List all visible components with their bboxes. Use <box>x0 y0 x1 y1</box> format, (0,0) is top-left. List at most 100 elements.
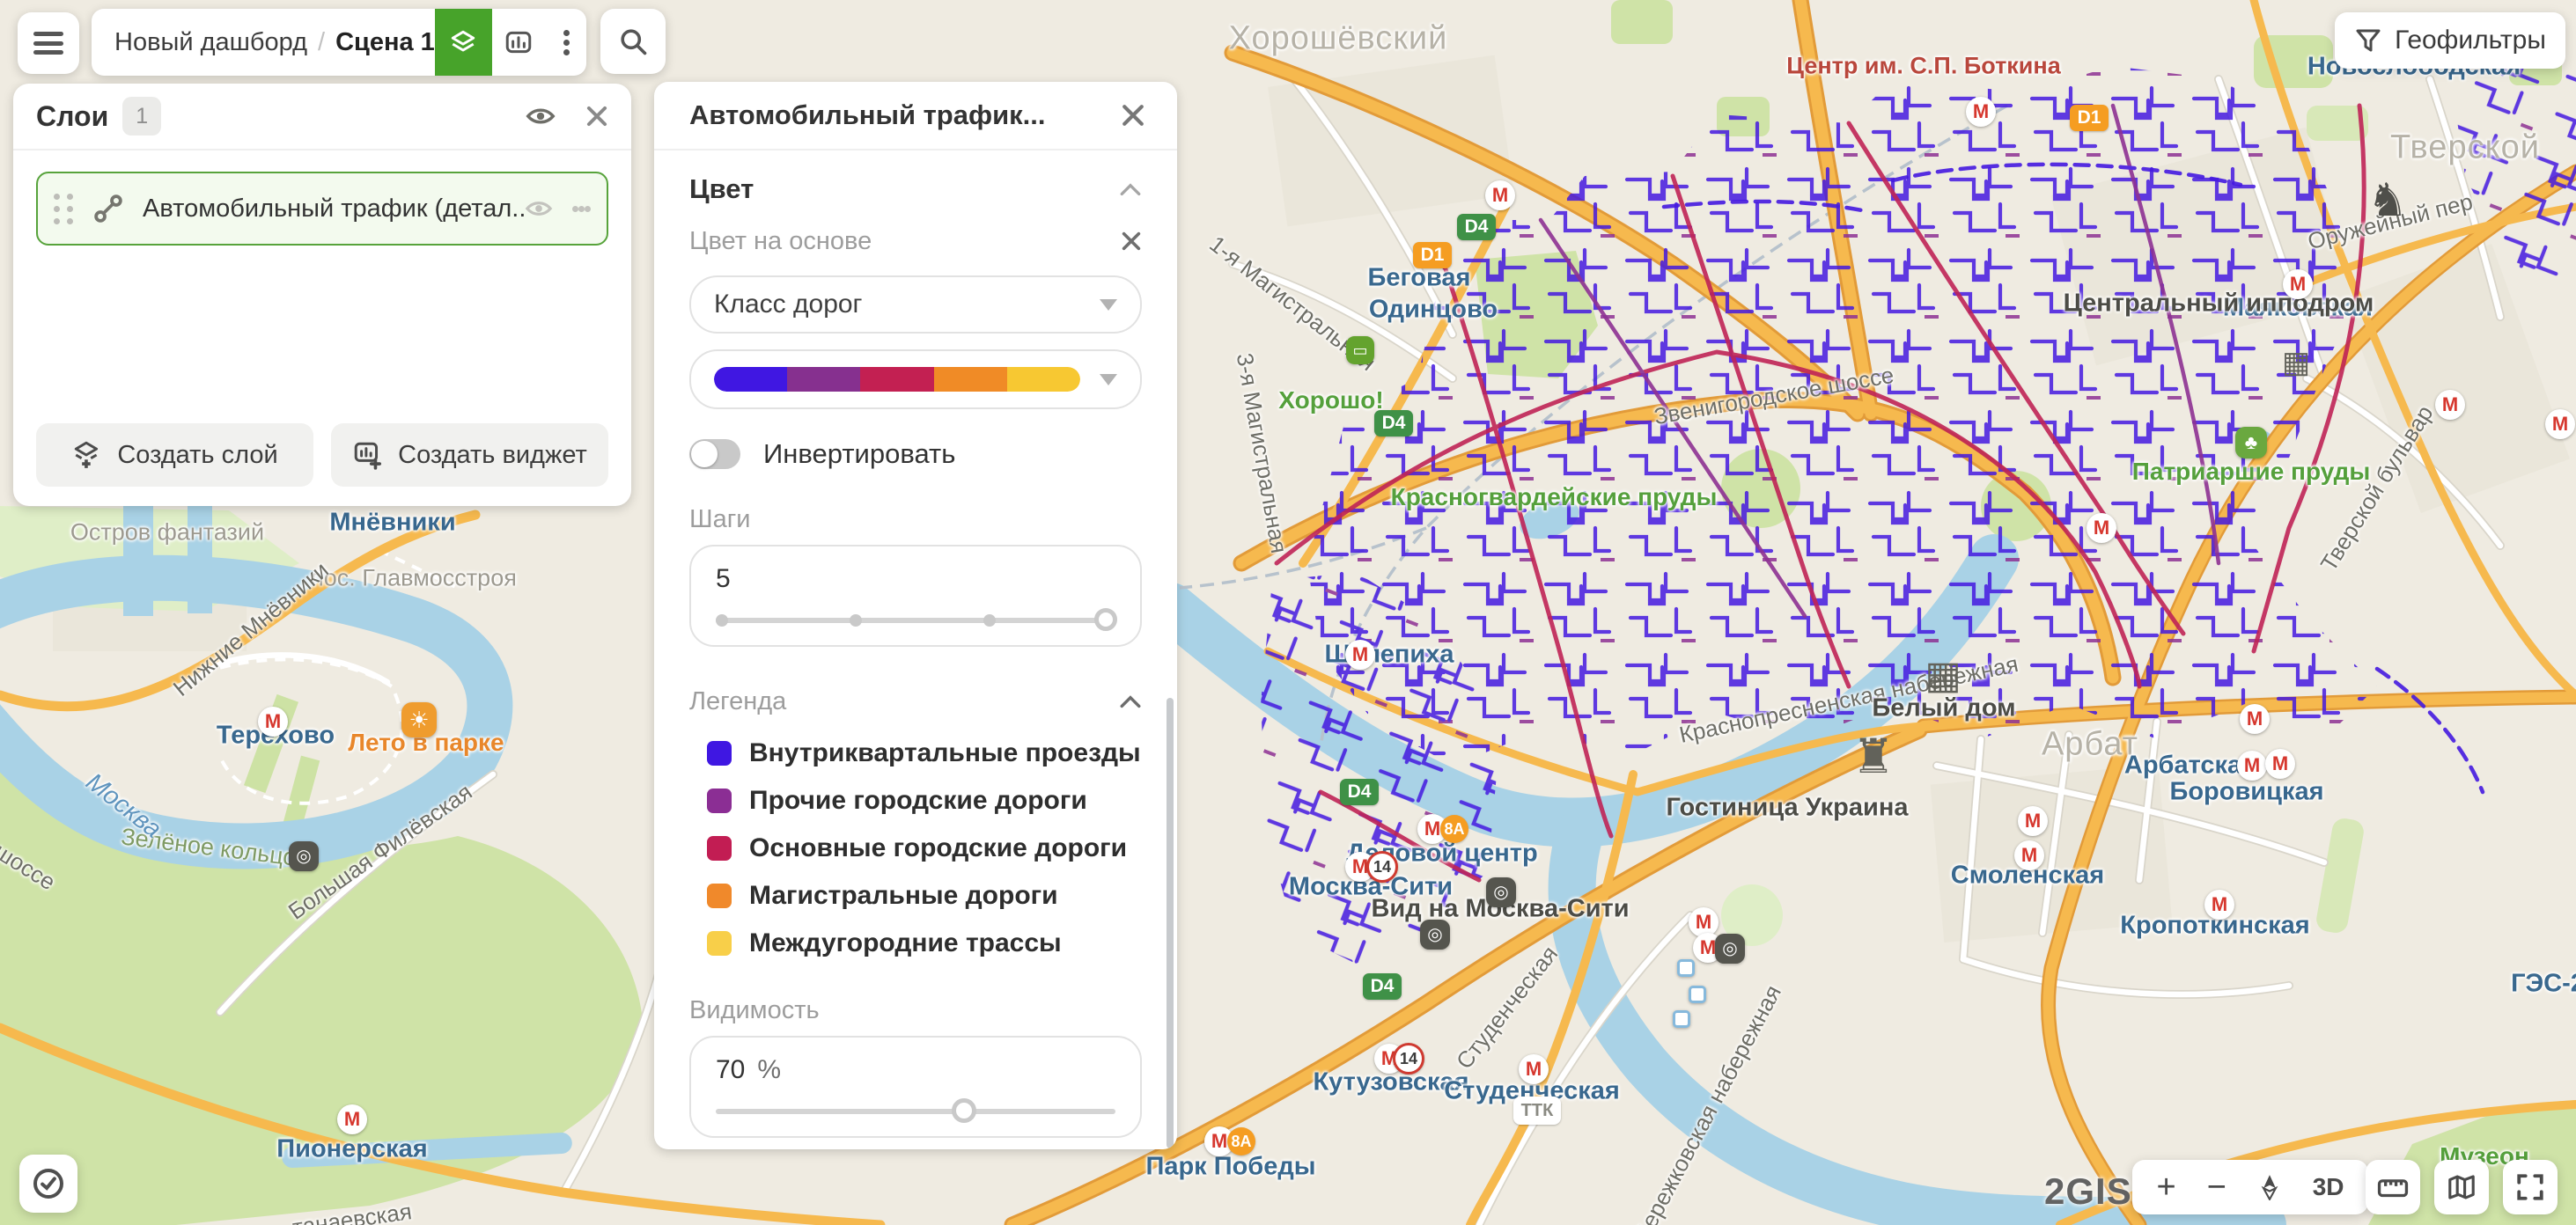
toolbar-more-button[interactable] <box>546 9 586 76</box>
settings-panel-title: Автомобильный трафик... <box>689 99 1121 131</box>
folded-map-icon <box>2446 1172 2477 1202</box>
ruler-icon <box>2376 1172 2410 1202</box>
legend-item-label: Прочие городские дороги <box>749 786 1087 816</box>
legend-item: Внутриквартальные проезды <box>689 738 1142 768</box>
visibility-value[interactable]: 70 <box>716 1055 745 1085</box>
color-basis-value: Класс дорог <box>714 290 1100 319</box>
close-icon <box>585 105 608 128</box>
history-button[interactable] <box>19 1155 77 1213</box>
color-section-collapse-button[interactable] <box>1119 181 1142 197</box>
palette-select[interactable] <box>689 349 1142 409</box>
steps-control: 5 <box>689 545 1142 647</box>
breadcrumb-separator: / <box>318 28 325 57</box>
chevron-up-icon <box>1119 181 1142 197</box>
legend-swatch <box>707 884 732 908</box>
invert-label: Инвертировать <box>763 438 955 470</box>
dashboard-app: ХорошёвскийТверскойАрбатОстров фантазийп… <box>0 0 2576 1225</box>
layers-icon <box>448 27 478 57</box>
settings-panel-close-button[interactable] <box>1121 103 1145 128</box>
search-icon <box>617 26 649 57</box>
kebab-menu-icon <box>563 26 570 59</box>
compass-button[interactable] <box>2257 1174 2282 1200</box>
search-button[interactable] <box>600 9 666 74</box>
map-zoom-controls: + − 3D <box>2132 1160 2368 1214</box>
menu-button[interactable] <box>18 12 79 74</box>
visibility-slider[interactable] <box>716 1099 1115 1124</box>
legend-item: Междугородние трассы <box>689 928 1142 958</box>
fullscreen-icon <box>2515 1172 2545 1202</box>
palette-segment <box>714 367 787 392</box>
layer-visibility-button[interactable] <box>525 198 553 219</box>
legend-item-label: Внутриквартальные проезды <box>749 738 1141 768</box>
drag-handle-icon[interactable] <box>54 194 74 224</box>
layers-mode-button[interactable] <box>435 9 492 76</box>
geofilters-button[interactable]: Геофильтры <box>2335 12 2565 69</box>
create-widget-button[interactable]: Создать виджет <box>331 423 608 487</box>
layers-visibility-button[interactable] <box>526 105 556 128</box>
steps-value[interactable]: 5 <box>716 564 1115 594</box>
clock-check-icon <box>31 1166 66 1201</box>
steps-label: Шаги <box>689 505 1142 534</box>
compass-needle-icon <box>2257 1174 2282 1200</box>
palette-segment <box>934 367 1007 392</box>
map-style-button[interactable] <box>2434 1160 2489 1214</box>
create-layer-button[interactable]: Создать слой <box>36 423 313 487</box>
legend-swatch <box>707 741 732 766</box>
legend-item: Прочие городские дороги <box>689 786 1142 816</box>
legend-list: Внутриквартальные проезды Прочие городск… <box>689 738 1142 958</box>
bar-chart-icon <box>504 27 534 57</box>
add-widget-icon <box>352 439 384 471</box>
legend-item: Магистральные дороги <box>689 881 1142 911</box>
palette-segment <box>787 367 860 392</box>
layers-panel: Слои 1 Автомобильный трафик (детал... <box>13 84 631 506</box>
layer-item-label: Автомобильный трафик (детал... <box>143 194 525 224</box>
steps-slider-handle[interactable] <box>1094 608 1117 631</box>
layers-count-badge: 1 <box>122 97 161 136</box>
color-basis-clear-button[interactable] <box>1121 231 1142 252</box>
legend-swatch <box>707 789 732 813</box>
palette-segment <box>860 367 933 392</box>
filter-funnel-icon <box>2354 26 2382 55</box>
breadcrumb: Новый дашборд / Сцена 1 <box>92 9 586 76</box>
zoom-in-button[interactable]: + <box>2156 1170 2175 1204</box>
eye-icon <box>526 105 556 128</box>
palette-gradient <box>714 367 1080 392</box>
invert-toggle[interactable] <box>689 439 740 469</box>
chevron-down-icon <box>1100 374 1117 385</box>
fullscreen-button[interactable] <box>2503 1160 2558 1214</box>
legend-label: Легенда <box>689 687 1119 716</box>
line-layer-icon <box>92 192 125 225</box>
layer-settings-panel: Автомобильный трафик... Цвет Цвет на осн… <box>654 82 1177 1149</box>
ruler-button[interactable] <box>2366 1160 2420 1214</box>
geofilters-label: Геофильтры <box>2395 26 2546 55</box>
visibility-unit: % <box>757 1055 781 1085</box>
visibility-control: 70 % <box>689 1036 1142 1138</box>
legend-item: Основные городские дороги <box>689 833 1142 863</box>
legend-item-label: Основные городские дороги <box>749 833 1127 863</box>
color-basis-label: Цвет на основе <box>689 227 1121 256</box>
steps-slider[interactable] <box>716 608 1115 633</box>
layers-panel-title: Слои <box>36 100 108 133</box>
palette-segment <box>1007 367 1080 392</box>
settings-scrollbar[interactable] <box>1167 698 1174 1148</box>
add-layer-icon <box>71 439 103 471</box>
layer-item-traffic[interactable]: Автомобильный трафик (детал... <box>36 172 608 246</box>
3d-mode-button[interactable]: 3D <box>2313 1173 2344 1201</box>
close-icon <box>1121 103 1145 128</box>
widgets-mode-button[interactable] <box>492 9 546 76</box>
legend-item-label: Магистральные дороги <box>749 881 1058 911</box>
legend-collapse-button[interactable] <box>1119 693 1142 709</box>
visibility-label: Видимость <box>689 996 1142 1025</box>
legend-swatch <box>707 836 732 861</box>
create-layer-label: Создать слой <box>117 441 277 470</box>
visibility-slider-handle[interactable] <box>952 1098 976 1123</box>
zoom-out-button[interactable]: − <box>2207 1170 2226 1204</box>
layer-more-button[interactable] <box>572 202 591 216</box>
breadcrumb-dashboard[interactable]: Новый дашборд <box>114 28 307 57</box>
breadcrumb-scene[interactable]: Сцена 1 <box>335 28 435 57</box>
color-basis-select[interactable]: Класс дорог <box>689 275 1142 334</box>
legend-swatch <box>707 931 732 956</box>
layers-panel-close-button[interactable] <box>585 105 608 128</box>
chevron-down-icon <box>1100 299 1117 311</box>
color-section-title: Цвет <box>689 173 1119 205</box>
